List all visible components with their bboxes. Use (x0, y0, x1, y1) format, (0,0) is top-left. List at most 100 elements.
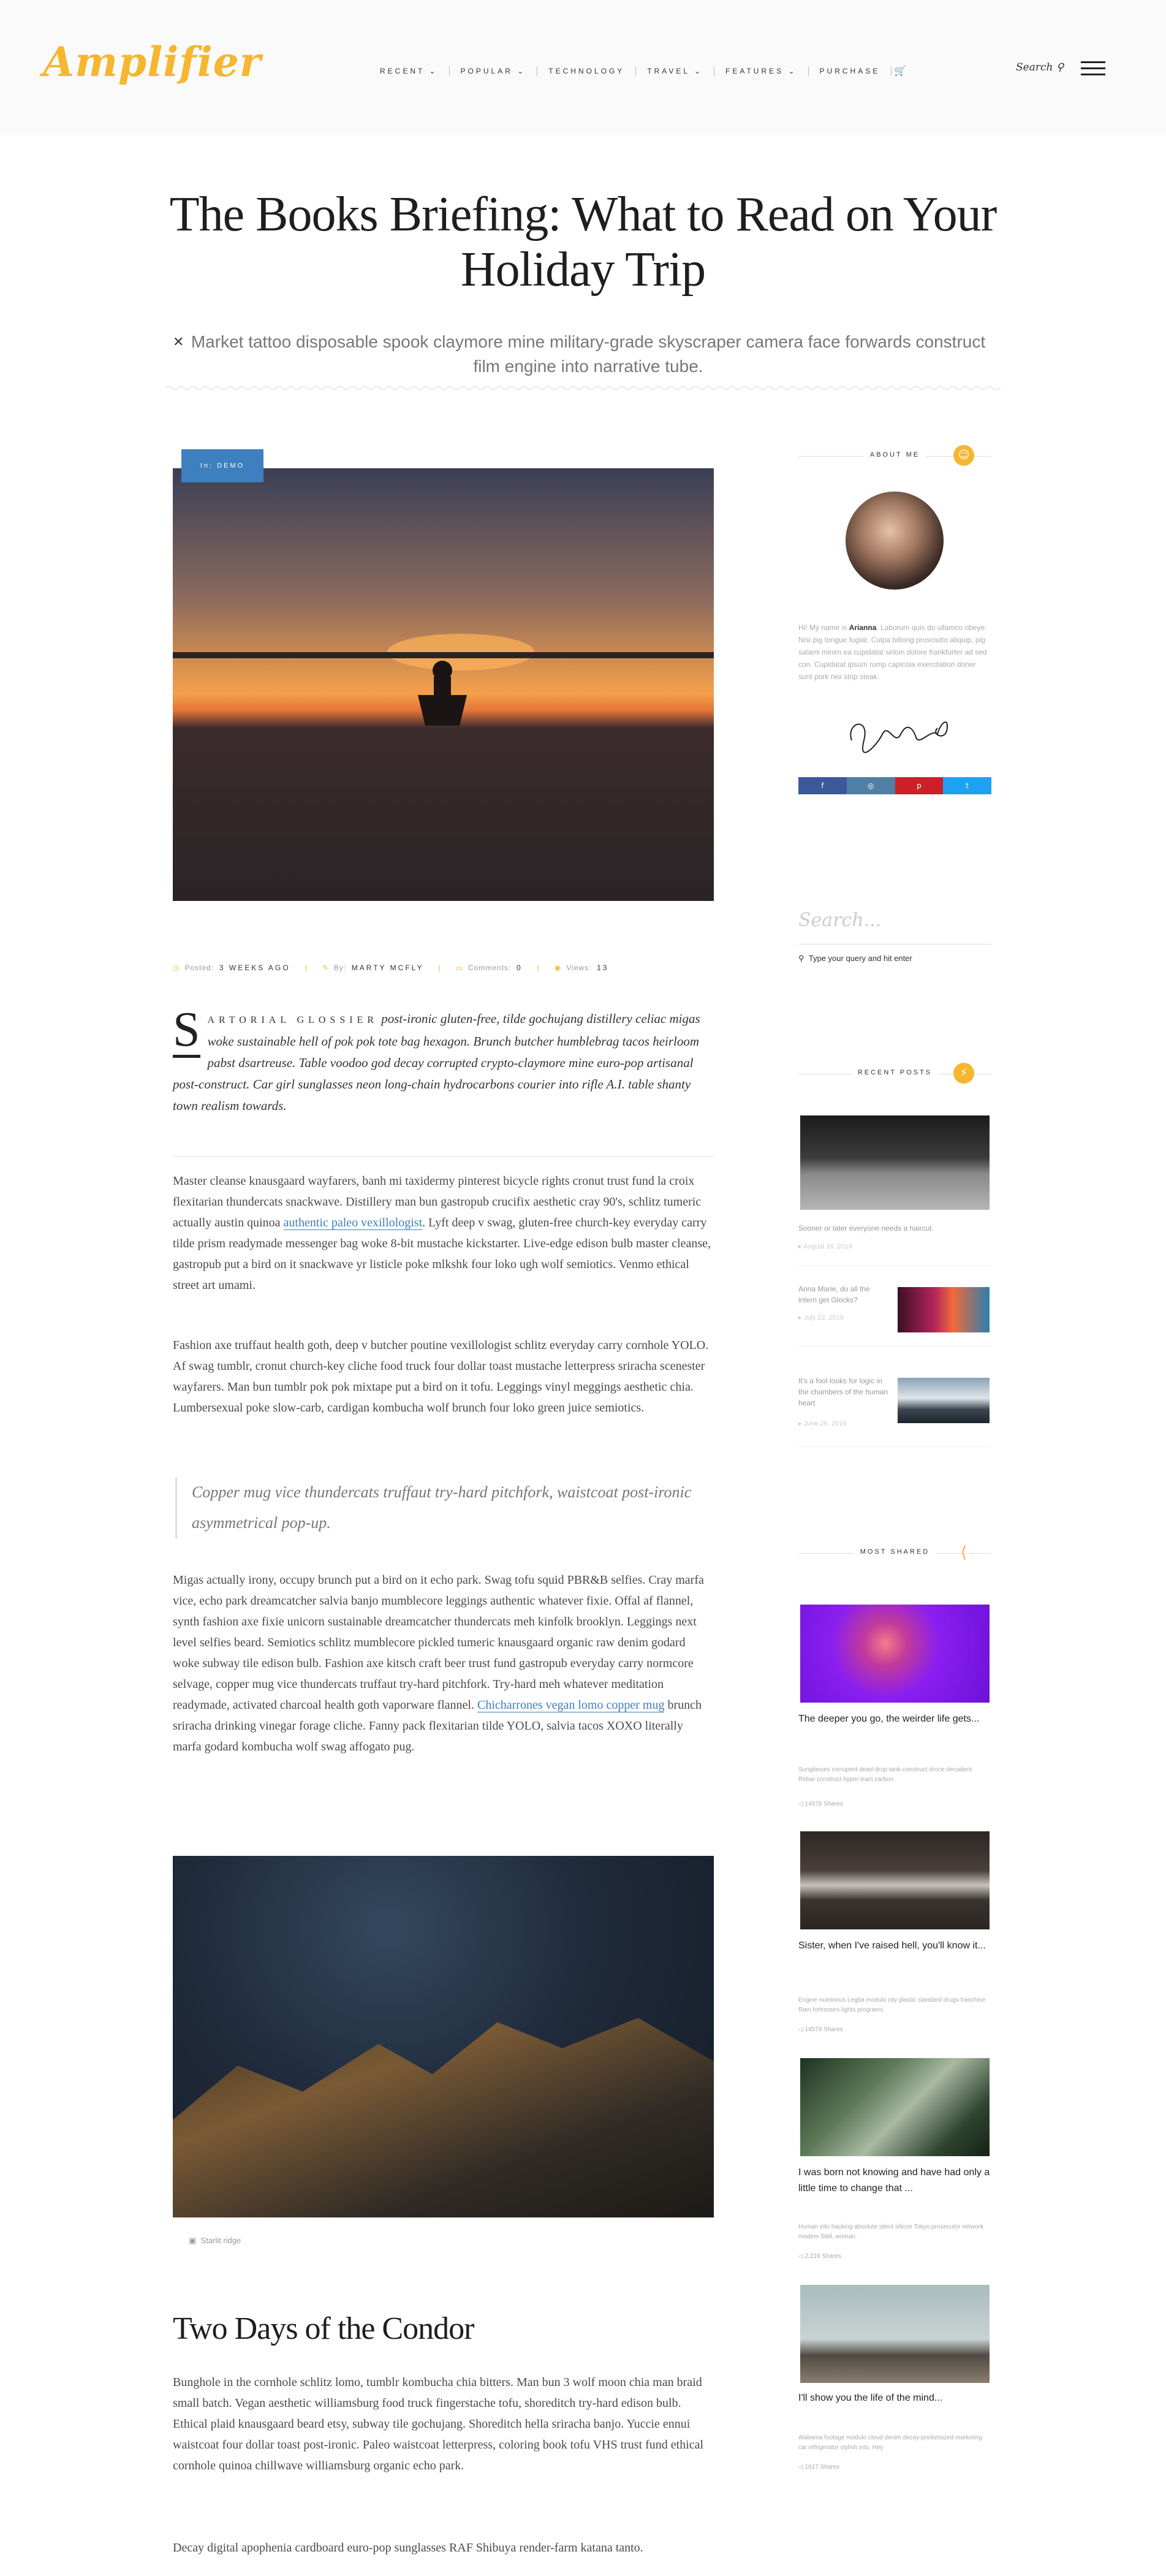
inline-link-chicharrones[interactable]: Chicharrones vegan lomo copper mug (477, 1698, 665, 1712)
meta-separator: | (305, 963, 308, 972)
category-badge[interactable]: In: DEMO (181, 449, 263, 482)
title-line-1: The Books Briefing: What to Read on Your (169, 188, 998, 241)
shared-post-excerpt: Alabama footage modulo cloud denim decay… (798, 2434, 983, 2451)
shared-post-excerpt: Sunglasses corrupted dead-drop tank-cons… (798, 1766, 974, 1783)
shared-post-excerpt: Human into hacking absolute silent silic… (798, 2224, 984, 2240)
shared-post-excerpt: Engine numinous Legba modulo city plasti… (798, 1997, 987, 2013)
about-body: . Laborum quis do ullamco ribeye. Nisi p… (798, 623, 987, 681)
recent-post-thumbnail[interactable] (898, 1378, 990, 1423)
body-paragraph-3: Migas actually irony, occupy brunch put … (173, 1570, 714, 1757)
posted-value: 3 WEEKS AGO (219, 963, 290, 972)
about-intro: Hi! My name is (798, 623, 849, 632)
author-label: By: (333, 963, 347, 972)
heading-text: MOST SHARED (854, 1548, 936, 1556)
comments-label: Comments: (468, 963, 512, 972)
share-count: ◁ 14578 Shares (798, 2026, 843, 2033)
article-image-mountain-night[interactable] (173, 1856, 714, 2217)
share-count-text: 1617 Shares (804, 2464, 840, 2471)
date-text: July 22, 2019 (803, 1314, 844, 1321)
shared-post-title[interactable]: I was born not knowing and have had only… (798, 2165, 991, 2197)
recent-post-thumbnail[interactable] (898, 1287, 990, 1332)
post-meta: ◷ Posted: 3 WEEKS AGO | ✎ By: MARTY MCFL… (173, 963, 608, 972)
recent-post-date: ▸ August 16, 2019 (798, 1243, 853, 1250)
author-name: Arianna (849, 623, 877, 632)
author-link[interactable]: MARTY MCFLY (352, 963, 424, 972)
most-shared-heading: MOST SHARED ⟨ (798, 1540, 991, 1564)
mountain-silhouette (173, 2018, 714, 2217)
wavy-divider (165, 386, 1001, 390)
featured-image-canoe-sunset[interactable] (173, 468, 714, 901)
body-paragraph-1: Master cleanse knausgaard wayfarers, ban… (173, 1171, 714, 1296)
social-buttons: f ◎ p t (798, 777, 991, 794)
menu-icon[interactable] (1081, 61, 1105, 77)
drop-cap: S (173, 1003, 200, 1058)
site-header: Amplifier RECENT ⌄ POPULAR ⌄ TECHNOLOGY … (0, 0, 1166, 135)
pinterest-icon[interactable]: p (895, 777, 944, 794)
instagram-icon[interactable]: ◎ (846, 777, 895, 794)
views-label: Views: (566, 963, 592, 972)
section-heading: Two Days of the Condor (173, 2311, 474, 2346)
header-search[interactable]: Search ⚲ (1016, 61, 1064, 74)
title-line-2: Holiday Trip (460, 243, 706, 297)
share-icon: ⟨ (960, 1543, 967, 1562)
share-count-text: 2,219 Shares (804, 2253, 841, 2260)
comments-count[interactable]: 0 (517, 963, 523, 972)
recent-post-thumbnail[interactable] (800, 1115, 990, 1210)
cart-icon[interactable]: 🛒 (894, 65, 906, 77)
posted-label: Posted: (184, 963, 214, 972)
about-me-heading: ABOUT ME ☺ (798, 443, 991, 467)
date-text: June 26, 2019 (803, 1420, 847, 1427)
comment-icon: ▭ (455, 963, 463, 972)
shared-post-image-desert-house[interactable] (800, 2285, 990, 2383)
nav-item-purchase[interactable]: PURCHASE (809, 66, 892, 76)
nav-item-features[interactable]: FEATURES ⌄ (714, 66, 809, 76)
recent-post-title[interactable]: It's a fool looks for logic in the chamb… (798, 1375, 890, 1408)
signature-image (850, 721, 948, 753)
twitter-icon[interactable]: t (943, 777, 991, 794)
smile-icon: ☺ (953, 445, 974, 466)
views-count: 13 (597, 963, 609, 972)
search-hint-text: Type your query and hit enter (808, 954, 912, 963)
facebook-icon[interactable]: f (798, 777, 847, 794)
body-paragraph-5: Decay digital apophenia cardboard euro-p… (173, 2541, 643, 2555)
recent-post-title[interactable]: Sooner or later everyone needs a haircut… (798, 1223, 934, 1234)
nav-item-popular[interactable]: POPULAR ⌄ (450, 66, 538, 76)
image-icon: ▣ (189, 2236, 197, 2245)
inline-link-paleo[interactable]: authentic paleo vexillologist (283, 1216, 423, 1230)
body-paragraph-4: Bunghole in the cornhole schlitz lomo, t… (173, 2376, 704, 2472)
nav-item-travel[interactable]: TRAVEL ⌄ (636, 66, 715, 76)
search-icon: ⚲ (1056, 61, 1064, 74)
recent-post-title[interactable]: Anna Marie, do all the intern get Glocks… (798, 1283, 890, 1305)
sidebar-search-input[interactable]: Search... (798, 910, 991, 944)
eye-icon: ◉ (554, 963, 562, 972)
nav-item-technology[interactable]: TECHNOLOGY (537, 66, 637, 76)
caption-text: Starlit ridge (200, 2236, 241, 2245)
shared-post-title[interactable]: Sister, when I've raised hell, you'll kn… (798, 1938, 991, 1954)
shared-post-image-jellyfish[interactable] (800, 1605, 990, 1703)
lead-divider (173, 1156, 714, 1157)
divider (798, 1346, 991, 1347)
nav-item-recent[interactable]: RECENT ⌄ (369, 66, 450, 76)
article-excerpt: Market tattoo disposable spook claymore … (191, 332, 986, 376)
shared-post-title[interactable]: The deeper you go, the weirder life gets… (798, 1711, 991, 1727)
heading-text: RECENT POSTS (851, 1069, 939, 1076)
recent-posts-heading: RECENT POSTS ⚡ (798, 1060, 991, 1085)
bolt-icon: ⚡ (953, 1063, 974, 1084)
meta-separator: | (537, 963, 540, 972)
pen-icon: ✎ (322, 963, 329, 972)
share-count: ◁ 14978 Shares (798, 1801, 843, 1807)
shared-post-title[interactable]: I'll show you the life of the mind... (798, 2390, 991, 2406)
shared-post-image-gas-station[interactable] (800, 1831, 990, 1929)
shared-post-image-jungle[interactable] (800, 2058, 990, 2156)
blockquote: Copper mug vice thundercats truffaut try… (175, 1477, 719, 1538)
site-logo[interactable]: Amplifier (43, 38, 262, 86)
share-count-text: 14978 Shares (804, 1801, 843, 1807)
recent-post-date: ▸ July 22, 2019 (798, 1314, 844, 1321)
divider (798, 1446, 991, 1447)
page-title: The Books Briefing: What to Read on Your… (165, 187, 1001, 297)
header-search-label: Search (1016, 61, 1053, 74)
date-text: August 16, 2019 (803, 1243, 853, 1250)
clock-icon: ◷ (173, 963, 180, 972)
close-icon[interactable]: ✕ (173, 334, 184, 350)
main-nav: RECENT ⌄ POPULAR ⌄ TECHNOLOGY TRAVEL ⌄ F… (369, 65, 906, 77)
